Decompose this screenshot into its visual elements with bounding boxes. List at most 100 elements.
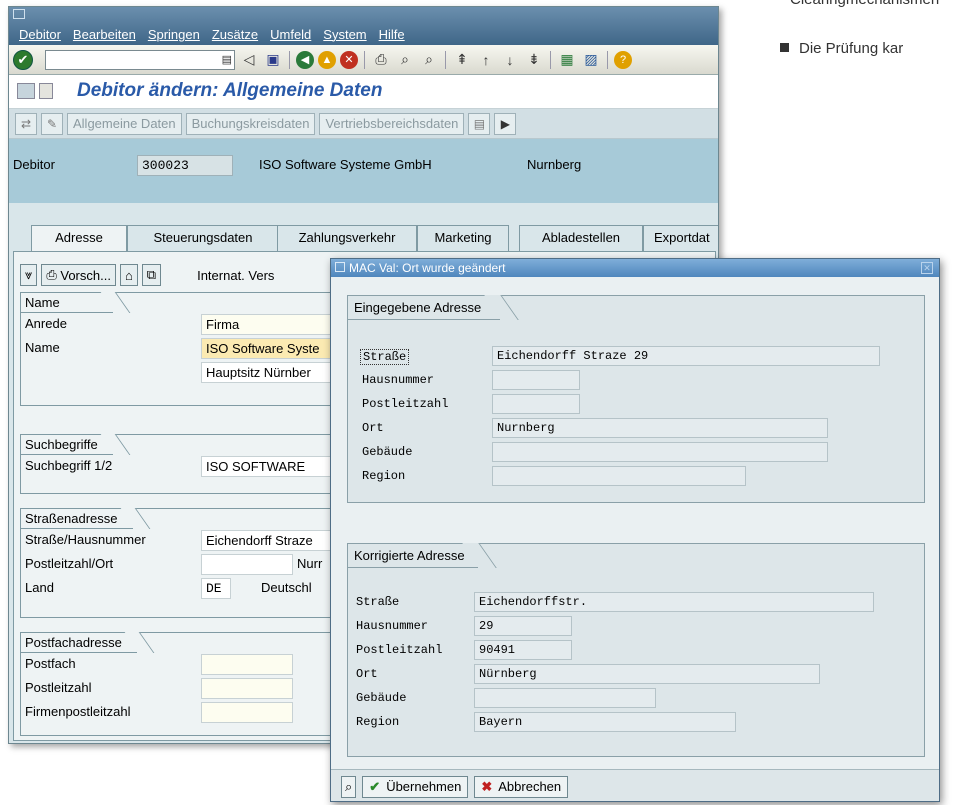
entered-street-field[interactable]: Eichendorff Straze 29 — [492, 346, 880, 366]
menu-debitor[interactable]: Debitor — [19, 27, 61, 42]
corrected-city-field[interactable]: Nürnberg — [474, 664, 820, 684]
corrected-address-title: Korrigierte Adresse — [348, 544, 478, 568]
last-page-icon[interactable]: ⇟ — [524, 50, 544, 70]
tab-zahlungsverkehr[interactable]: Zahlungsverkehr — [277, 225, 417, 251]
cancel-x-icon: ✖ — [481, 778, 493, 794]
additional-empties-icon[interactable]: ▶ — [494, 112, 517, 135]
display-change-icon[interactable]: ✎ — [41, 112, 63, 135]
first-page-icon[interactable]: ⇞ — [452, 50, 472, 70]
corrected-region-field[interactable]: Bayern — [474, 712, 736, 732]
tab-exportdaten[interactable]: Exportdat — [643, 225, 718, 251]
menu-zusaetze[interactable]: Zusätze — [212, 27, 258, 42]
corrected-row-building: Gebäude — [348, 688, 926, 710]
new-session-icon[interactable]: ▦ — [557, 50, 577, 70]
save-icon[interactable]: ▣ — [263, 50, 283, 70]
expand-icon[interactable]: ⩔ — [20, 264, 38, 286]
tab-abladestellen[interactable]: Abladestellen — [519, 225, 643, 251]
preview-button[interactable]: ⎙ Vorsch... — [41, 264, 116, 286]
document-text: Clearingmechanismen Die Prüfung kar — [760, 0, 954, 120]
menu-bearbeiten[interactable]: Bearbeiten — [73, 27, 136, 42]
entered-plz-field[interactable] — [492, 394, 580, 414]
country-field[interactable]: DE — [201, 578, 231, 599]
name1-field[interactable]: ISO Software Syste — [201, 338, 351, 359]
communication-icon[interactable]: ⌂ — [119, 264, 138, 286]
cancel-button[interactable]: ✖ Abbrechen — [474, 775, 569, 798]
anrede-field[interactable]: Firma — [201, 314, 351, 335]
entered-housenumber-field[interactable] — [492, 370, 580, 390]
firm-plz-field[interactable] — [201, 702, 293, 723]
menu-system[interactable]: System — [323, 27, 366, 42]
name2-field[interactable]: Hauptsitz Nürnber — [201, 362, 351, 383]
corrected-housenumber-field[interactable]: 29 — [474, 616, 572, 636]
other-customer-icon[interactable]: ⇄ — [15, 112, 37, 135]
pobox-field[interactable] — [201, 654, 293, 675]
close-icon[interactable]: ✕ — [921, 262, 933, 274]
entered-region-field[interactable] — [492, 466, 746, 486]
print-icon[interactable]: ⎙ — [371, 50, 391, 70]
corrected-row-city: Ort Nürnberg — [348, 664, 926, 686]
corrected-building-field[interactable] — [474, 688, 656, 708]
command-field[interactable]: ▤ — [45, 49, 235, 70]
back-icon[interactable]: ◀ — [296, 50, 314, 69]
intl-versions-button[interactable]: Internat. Vers — [165, 264, 278, 286]
system-menu-icon[interactable] — [13, 9, 25, 19]
pobox-plz-field[interactable] — [201, 678, 293, 699]
entered-region-label: Region — [362, 469, 406, 483]
corrected-row-street: Straße Eichendorffstr. — [348, 592, 926, 614]
exit-icon[interactable]: ▲ — [318, 50, 336, 69]
search-icon[interactable]: ⌕ — [341, 775, 357, 798]
dialog-title: MAC Val: Ort wurde geändert — [349, 261, 506, 275]
accept-button[interactable]: ✔ Übernehmen — [362, 775, 469, 798]
find-icon[interactable]: ⌕ — [395, 50, 415, 70]
search-term-field[interactable]: ISO SOFTWARE — [201, 456, 351, 477]
firm-plz-label: Firmenpostleitzahl — [25, 704, 131, 719]
dialog-button-bar: ⌕ ✔ Übernehmen ✖ Abbrechen — [331, 769, 939, 801]
tab-steuerungsdaten[interactable]: Steuerungsdaten — [127, 225, 279, 251]
general-data-button[interactable]: Allgemeine Daten — [67, 112, 182, 135]
group-name: Name Anrede Firma Name ISO Software Syst… — [20, 292, 351, 406]
dialog-titlebar: MAC Val: Ort wurde geändert ✕ — [331, 259, 939, 277]
entered-city-field[interactable]: Nurnberg — [492, 418, 828, 438]
company-code-data-button[interactable]: Buchungskreisdaten — [185, 112, 316, 135]
country-name: Deutschl — [261, 580, 312, 595]
group-name-title: Name — [21, 293, 113, 313]
address-toolbar: ⩔ ⎙ Vorsch... ⌂ ⧉ Internat. Vers — [20, 264, 278, 286]
plz-city-label: Postleitzahl/Ort — [25, 556, 114, 571]
toolbar-separator — [607, 50, 608, 69]
next-page-icon[interactable]: ↓ — [500, 50, 520, 70]
tab-adresse[interactable]: Adresse — [31, 225, 127, 251]
additional-data-icon[interactable]: ▤ — [468, 112, 491, 135]
menu-umfeld[interactable]: Umfeld — [270, 27, 311, 42]
street-field[interactable]: Eichendorff Straze — [201, 530, 351, 551]
group-pobox: Postfachadresse Postfach Postleitzahl Fi… — [20, 632, 350, 736]
corrected-address-box: Korrigierte Adresse Straße Eichendorffst… — [347, 543, 925, 757]
menu-hilfe[interactable]: Hilfe — [379, 27, 405, 42]
shortcut-icon[interactable]: ▨ — [581, 50, 601, 70]
command-history-icon[interactable]: ▤ — [222, 53, 232, 66]
customer-name: ISO Software Systeme GmbH — [259, 157, 432, 172]
plz-field[interactable] — [201, 554, 293, 575]
name-label: Name — [25, 340, 60, 355]
menu-springen[interactable]: Springen — [148, 27, 200, 42]
back-arrow-icon[interactable]: ◁ — [239, 50, 259, 70]
find-next-icon[interactable]: ⌕ — [419, 50, 439, 70]
tab-marketing[interactable]: Marketing — [417, 225, 509, 251]
previous-page-icon[interactable]: ↑ — [476, 50, 496, 70]
cancel-icon[interactable]: ✕ — [340, 50, 358, 69]
enter-icon[interactable]: ✔ — [13, 49, 33, 70]
search-term-label: Suchbegriff 1/2 — [25, 458, 113, 473]
group-street: Straßenadresse Straße/Hausnummer Eichend… — [20, 508, 351, 618]
corrected-plz-field[interactable]: 90491 — [474, 640, 572, 660]
corrected-street-label: Straße — [356, 595, 400, 609]
entered-row-building: Gebäude — [348, 442, 926, 464]
corrected-street-field[interactable]: Eichendorffstr. — [474, 592, 874, 612]
entered-building-field[interactable] — [492, 442, 828, 462]
copy-icon[interactable]: ⧉ — [141, 264, 162, 286]
street-label: Straße/Hausnummer — [25, 532, 146, 547]
printer-icon: ⎙ — [46, 267, 61, 282]
help-icon[interactable]: ? — [614, 50, 632, 69]
toolbar-separator — [364, 50, 365, 69]
entered-row-street: Straße Eichendorff Straze 29 — [348, 346, 926, 368]
dialog-menu-icon[interactable] — [335, 262, 345, 272]
sales-area-data-button[interactable]: Vertriebsbereichsdaten — [319, 112, 465, 135]
